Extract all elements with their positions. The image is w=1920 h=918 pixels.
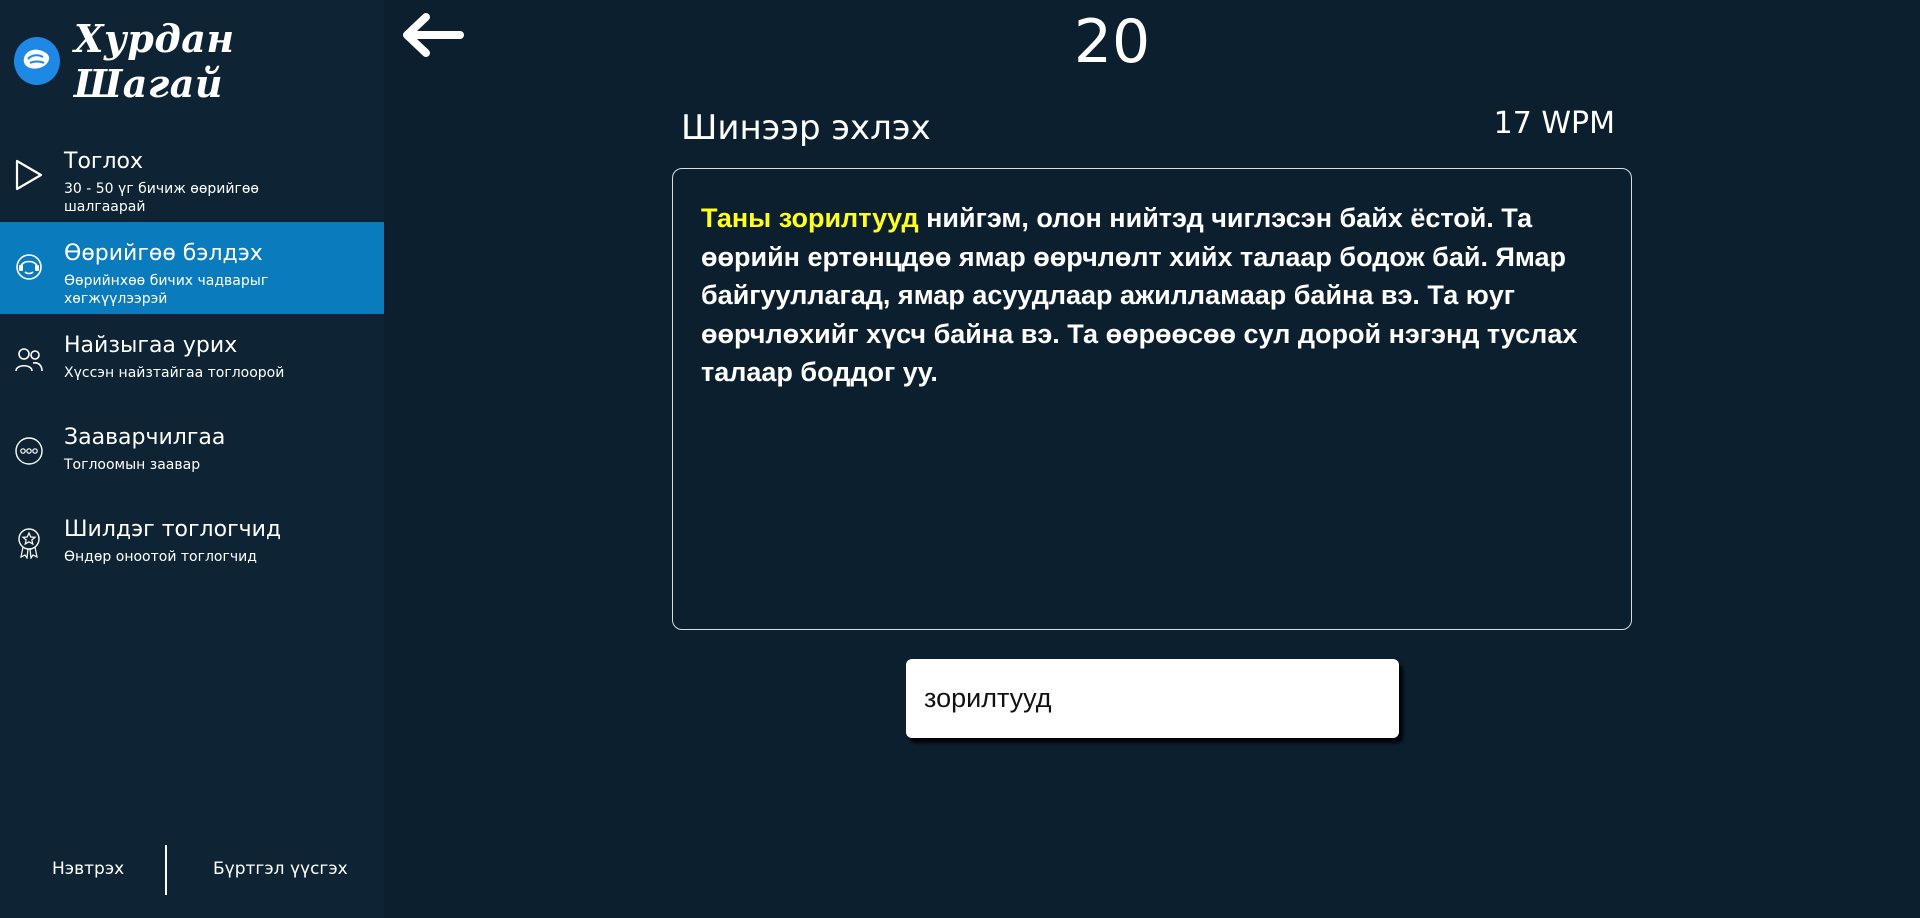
typing-input[interactable] bbox=[906, 659, 1399, 738]
sidebar-item-instructions[interactable]: Зааварчилгаа Тоглоомын заавар bbox=[0, 406, 384, 498]
sidebar-nav: Тоглох 30 - 50 үг бичиж өөрийгөө шалгаар… bbox=[0, 130, 384, 590]
auth-divider bbox=[165, 845, 167, 895]
sidebar-item-subtitle: Өндөр оноотой тоглогчид bbox=[64, 549, 257, 565]
restart-button[interactable]: Шинээр эхлэх bbox=[681, 104, 931, 152]
award-icon bbox=[14, 528, 44, 559]
sidebar-item-title: Тоглох bbox=[64, 149, 143, 174]
brand[interactable]: Хурдан Шагай bbox=[14, 16, 384, 106]
back-button[interactable] bbox=[398, 10, 468, 60]
shagai-logo-icon bbox=[14, 37, 61, 85]
practice-icon bbox=[14, 252, 44, 282]
countdown-timer: 20 bbox=[1073, 7, 1151, 77]
sidebar-item-subtitle: Тоглоомын заавар bbox=[64, 457, 201, 473]
brand-name: Хурдан Шагай bbox=[74, 16, 235, 106]
sidebar-item-practice[interactable]: Өөрийгөө бэлдэх Өөрийнхөө бичих чадварыг… bbox=[0, 222, 384, 314]
sidebar-item-invite-friends[interactable]: Найзыгаа урих Хүссэн найзтайгаа тоглооро… bbox=[0, 314, 384, 406]
sidebar-item-title: Зааварчилгаа bbox=[64, 425, 226, 450]
instructions-icon bbox=[14, 436, 44, 466]
sidebar-item-top-players[interactable]: Шилдэг тоглогчид Өндөр оноотой тоглогчид bbox=[0, 498, 384, 590]
sidebar-item-subtitle: 30 - 50 үг бичиж өөрийгөө шалгаарай bbox=[64, 181, 259, 215]
wpm-counter: 17 WPM bbox=[1493, 106, 1615, 141]
typing-input-wrapper bbox=[906, 659, 1399, 738]
sidebar-item-title: Өөрийгөө бэлдэх bbox=[64, 241, 263, 266]
passage-box: Таны зорилтууд нийгэм, олон нийтэд чиглэ… bbox=[672, 168, 1632, 630]
current-word: Таны зорилтууд bbox=[701, 203, 919, 233]
sidebar-item-title: Шилдэг тоглогчид bbox=[64, 517, 282, 542]
friends-icon bbox=[14, 344, 44, 374]
play-icon bbox=[14, 159, 44, 191]
passage-text: Таны зорилтууд нийгэм, олон нийтэд чиглэ… bbox=[701, 199, 1603, 392]
sidebar-item-subtitle: Хүссэн найзтайгаа тоглоорой bbox=[64, 365, 285, 381]
app-root: Хурдан Шагай Тоглох 30 - 50 үг бичиж өөр… bbox=[0, 0, 1920, 918]
auth-links: Нэвтрэх Бүртгэл үүсгэх bbox=[0, 845, 384, 895]
register-link[interactable]: Бүртгэл үүсгэх bbox=[213, 859, 348, 879]
arrow-left-icon bbox=[398, 13, 468, 64]
sidebar-item-play[interactable]: Тоглох 30 - 50 үг бичиж өөрийгөө шалгаар… bbox=[0, 130, 384, 222]
sidebar: Хурдан Шагай Тоглох 30 - 50 үг бичиж өөр… bbox=[0, 0, 384, 918]
login-link[interactable]: Нэвтрэх bbox=[52, 859, 124, 879]
sidebar-item-subtitle: Өөрийнхөө бичих чадварыг хөгжүүлээрэй bbox=[64, 273, 269, 307]
sidebar-item-title: Найзыгаа урих bbox=[64, 333, 238, 358]
